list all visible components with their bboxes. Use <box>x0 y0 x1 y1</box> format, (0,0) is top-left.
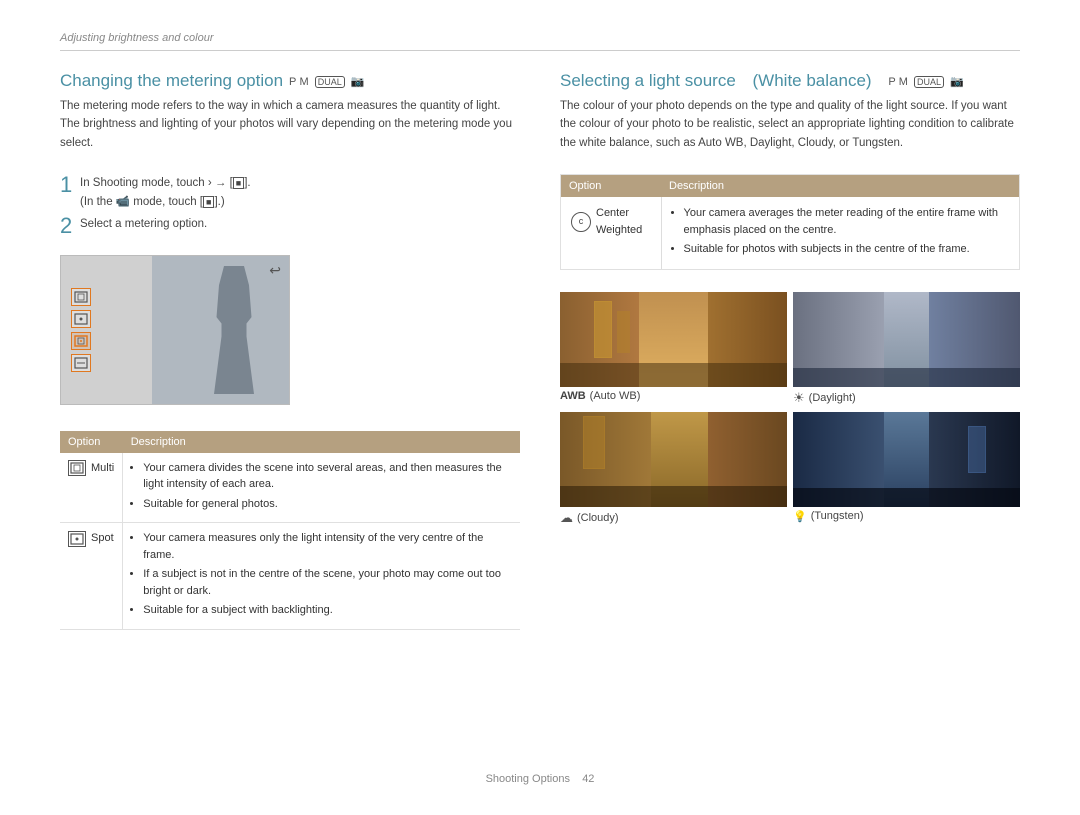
multi-bullets: Your camera divides the scene into sever… <box>131 460 512 513</box>
page-footer: Shooting Options 42 <box>60 763 1020 785</box>
table-row-spot: Spot Your camera measures only the light… <box>60 523 520 630</box>
viewfinder: ↩ <box>60 255 290 405</box>
page-header: Adjusting brightness and colour <box>60 30 1020 51</box>
cw-bullet-2: Suitable for photos with subjects in the… <box>684 241 1010 258</box>
section1-title: Changing the metering option P M DUAL 📷 <box>60 71 520 91</box>
spot-option-icon <box>68 531 86 547</box>
metering-icons <box>71 288 91 372</box>
section2-title: Selecting a light source (White balance)… <box>560 71 1020 91</box>
spot-bullet-1: Your camera measures only the light inte… <box>143 530 512 563</box>
center-weighted-label: CenterWeighted <box>596 205 642 239</box>
spot-option-cell: Spot <box>60 523 123 630</box>
page-container: Adjusting brightness and colour Changing… <box>0 0 1080 815</box>
section2-title-block: Selecting a light source (White balance)… <box>560 71 1020 160</box>
footer-text: Shooting Options <box>486 773 570 785</box>
autowb-label: (Auto WB) <box>590 390 641 402</box>
left-table-wrapper: Option Description <box>60 431 520 630</box>
multi-bullet-2: Suitable for general photos. <box>143 496 512 513</box>
footer-page: 42 <box>582 773 594 785</box>
spot-bullets: Your camera measures only the light inte… <box>131 530 512 619</box>
spot-label: Spot <box>91 530 114 547</box>
photo-tungsten <box>793 412 1020 507</box>
photo-grid: AWB (Auto WB) ☀ <box>560 292 1020 526</box>
image-item-tungsten: 💡 (Tungsten) <box>793 412 1020 526</box>
tungsten-label: (Tungsten) <box>811 510 864 522</box>
step1-a: In Shooting mode, touch › → [■]. <box>80 174 251 192</box>
photo-cloudy-caption: ☁ (Cloudy) <box>560 510 787 526</box>
photo-daylight-caption: ☀ (Daylight) <box>793 390 1020 406</box>
daylight-icon: ☀ <box>793 390 805 406</box>
spot-bullet-2: If a subject is not in the centre of the… <box>143 566 512 599</box>
section2-mode-icons: P M DUAL 📷 <box>888 75 964 88</box>
daylight-label: (Daylight) <box>809 392 856 404</box>
section1-mode-icons: P M DUAL 📷 <box>289 75 365 88</box>
center-weighted-icon: c <box>571 212 591 232</box>
section1-desc: The metering mode refers to the way in w… <box>60 97 520 152</box>
section2-desc: The colour of your photo depends on the … <box>560 97 1020 152</box>
spot-bullet-3: Suitable for a subject with backlighting… <box>143 602 512 619</box>
back-icon: ↩ <box>269 262 281 279</box>
left-options-table: Option Description <box>60 431 520 630</box>
photo-autowb-caption: AWB (Auto WB) <box>560 390 787 402</box>
multi-desc-cell: Your camera divides the scene into sever… <box>123 453 520 523</box>
left-col-option: Option <box>60 431 123 453</box>
main-content: Changing the metering option P M DUAL 📷 … <box>60 71 1020 755</box>
photo-autowb <box>560 292 787 387</box>
section1-title-block: Changing the metering option P M DUAL 📷 … <box>60 71 520 160</box>
photo-cloudy <box>560 412 787 507</box>
spot-icon <box>71 310 91 328</box>
image-item-daylight: ☀ (Daylight) <box>793 292 1020 406</box>
steps-block: 1 In Shooting mode, touch › → [■]. (In t… <box>60 174 520 241</box>
image-item-cloudy: ☁ (Cloudy) <box>560 412 787 526</box>
multi-option-icon <box>68 460 86 476</box>
right-table-wrapper: Option Description c CenterWeighted <box>560 174 1020 270</box>
cloudy-icon: ☁ <box>560 510 573 526</box>
right-col-option: Option <box>561 175 661 197</box>
spot-desc-cell: Your camera measures only the light inte… <box>123 523 520 630</box>
table-row-multi: Multi Your camera divides the scene into… <box>60 453 520 523</box>
image-item-autowb: AWB (Auto WB) <box>560 292 787 406</box>
multi-option-cell: Multi <box>60 453 123 523</box>
right-options-table: Option Description c CenterWeighted <box>561 175 1019 269</box>
table-row-center-weighted: c CenterWeighted Your camera averages th… <box>561 197 1019 269</box>
multi-icon <box>71 288 91 306</box>
step2-text: Select a metering option. <box>80 215 207 237</box>
photo-daylight <box>793 292 1020 387</box>
multi-label: Multi <box>91 460 114 477</box>
right-column: Selecting a light source (White balance)… <box>560 71 1020 755</box>
photo-tungsten-caption: 💡 (Tungsten) <box>793 510 1020 523</box>
center-icon <box>71 332 91 350</box>
right-col-desc: Description <box>661 175 1019 197</box>
step1: 1 In Shooting mode, touch › → [■]. (In t… <box>60 174 520 211</box>
center-weighted-desc-cell: Your camera averages the meter reading o… <box>661 197 1019 269</box>
header-title: Adjusting brightness and colour <box>60 32 213 44</box>
tungsten-icon: 💡 <box>793 510 807 523</box>
minus-icon <box>71 354 91 372</box>
cw-bullet-1: Your camera averages the meter reading o… <box>684 205 1010 238</box>
center-weighted-option-cell: c CenterWeighted <box>561 197 661 269</box>
step2: 2 Select a metering option. <box>60 215 520 237</box>
awb-icon: AWB <box>560 390 586 402</box>
multi-bullet-1: Your camera divides the scene into sever… <box>143 460 512 493</box>
left-column: Changing the metering option P M DUAL 📷 … <box>60 71 520 755</box>
center-weighted-bullets: Your camera averages the meter reading o… <box>672 205 1010 258</box>
step1-b: (In the 📹 mode, touch [■].) <box>80 193 251 211</box>
left-col-desc: Description <box>123 431 520 453</box>
cloudy-label: (Cloudy) <box>577 512 619 524</box>
